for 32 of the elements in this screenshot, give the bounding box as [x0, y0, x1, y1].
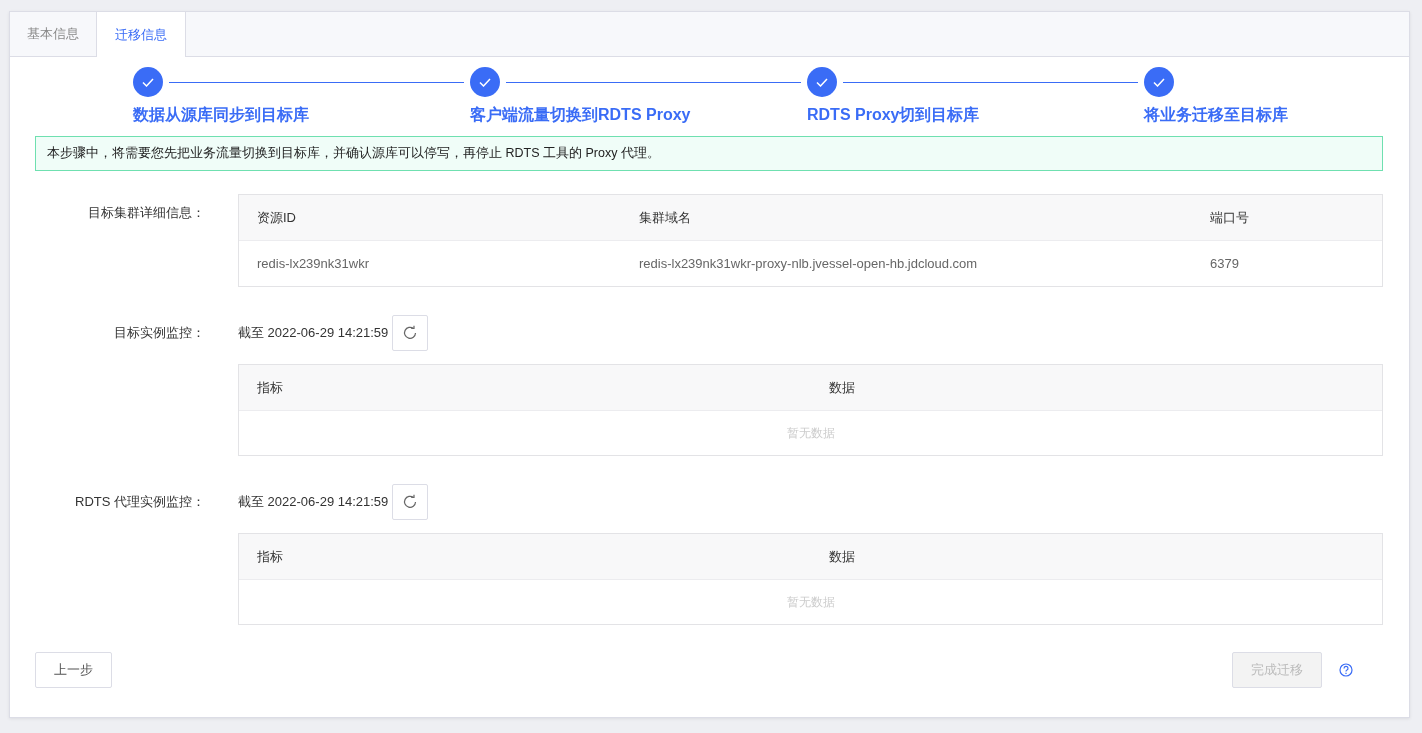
- tab[interactable]: 迁移信息: [96, 12, 186, 57]
- timestamp-text: 截至 2022-06-29 14:21:59: [238, 324, 389, 342]
- previous-button[interactable]: 上一步: [35, 652, 112, 688]
- form-label: RDTS 代理实例监控：: [74, 493, 205, 511]
- column-header: 端口号: [1209, 208, 1250, 227]
- refresh-icon: [402, 325, 419, 341]
- column-header: 资源ID: [256, 208, 297, 227]
- form-label: 目标集群详细信息：: [87, 204, 205, 222]
- column-header: 指标: [256, 547, 284, 566]
- step-label: RDTS Proxy切到目标库: [807, 105, 980, 125]
- table-cell-text: 6379: [1209, 256, 1240, 271]
- check-icon: [816, 77, 828, 87]
- tab[interactable]: 基本信息: [10, 12, 96, 56]
- info-alert: 本步骤中，将需要您先把业务流量切换到目标库，并确认源库可以停写，再停止 RDTS 工具的 Proxy 代理。: [35, 136, 1383, 171]
- timestamp-text: 截至 2022-06-29 14:21:59: [238, 493, 389, 511]
- refresh-button[interactable]: [392, 484, 429, 520]
- column-header: 数据: [828, 547, 856, 566]
- column-header: 集群域名: [638, 208, 692, 227]
- step-label: 客户端流量切换到RDTS Proxy: [470, 105, 691, 125]
- form-label: 目标实例监控：: [113, 324, 205, 342]
- refresh-icon: [402, 494, 419, 510]
- table-cell-text: redis-lx239nk31wkr-proxy-nlb.jvessel-open-hb.jdcloud.com: [638, 256, 979, 271]
- check-icon: [1153, 77, 1165, 87]
- step-label: 将业务迁移至目标库: [1144, 105, 1288, 125]
- help-icon[interactable]: [1339, 663, 1353, 677]
- refresh-button[interactable]: [392, 315, 429, 351]
- check-icon: [142, 77, 154, 87]
- check-icon: [479, 77, 491, 87]
- column-header: 指标: [256, 378, 284, 397]
- step-label: 数据从源库同步到目标库: [133, 105, 309, 125]
- table-cell-text: redis-lx239nk31wkr: [256, 256, 370, 271]
- column-header: 数据: [828, 378, 856, 397]
